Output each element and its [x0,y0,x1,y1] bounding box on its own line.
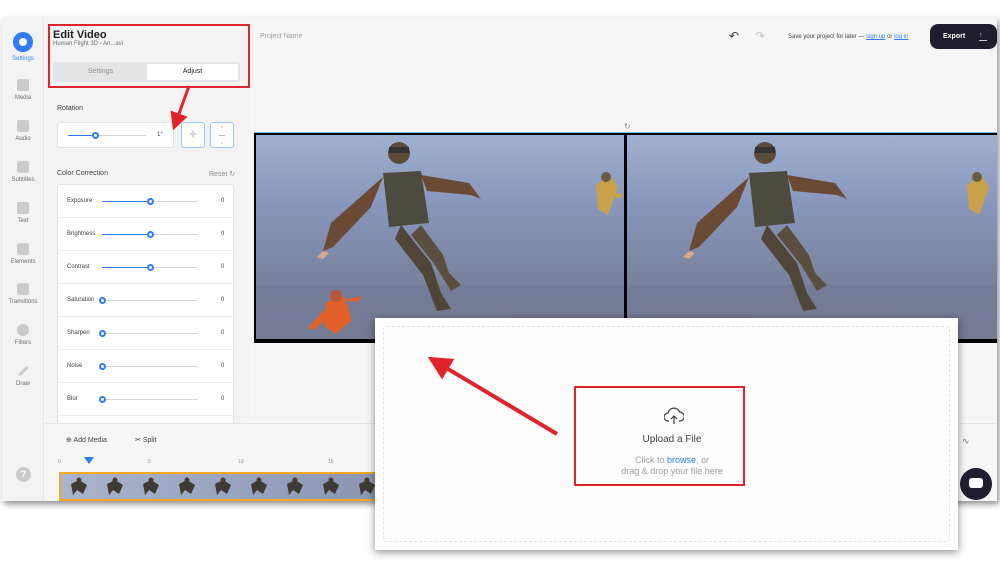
screenshot-stage: Settings Media Audio Subtitles Text Elem… [0,0,1000,580]
annotation-arrows [170,85,559,436]
annotation-arrow-upload [427,356,559,436]
annotation-arrow-rotation [170,85,191,131]
